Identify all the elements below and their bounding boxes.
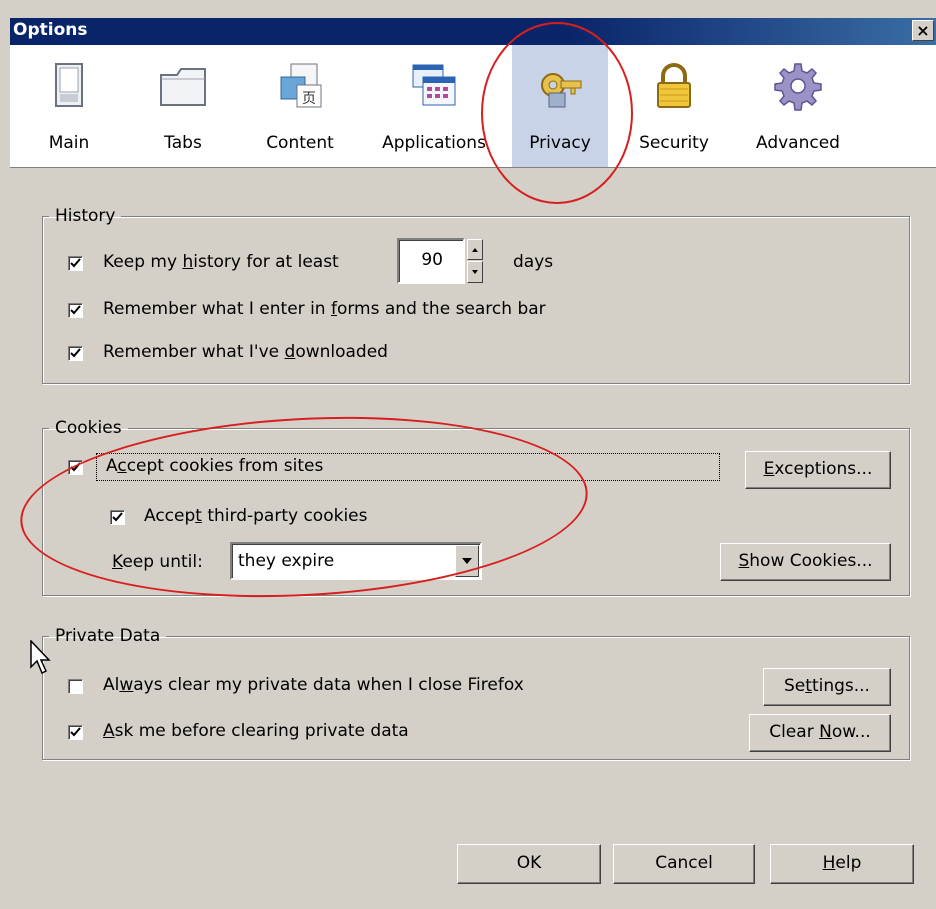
days-spin-down-button[interactable] <box>467 261 483 283</box>
tab-content[interactable]: 页 Content <box>255 45 345 167</box>
tab-tabs[interactable]: Tabs <box>144 45 222 167</box>
category-toolbar: Main Tabs 页 Content Applications Privacy… <box>10 45 936 168</box>
remember-downloads-checkbox[interactable] <box>68 346 83 361</box>
ask-before-clearing-checkbox[interactable] <box>68 725 83 740</box>
remember-downloads-label: Remember what I've downloaded <box>103 342 388 362</box>
tab-main[interactable]: Main <box>34 45 104 167</box>
tab-advanced[interactable]: Advanced <box>748 45 848 167</box>
clear-now-button[interactable]: Clear Now... <box>749 714 891 752</box>
accept-cookies-label: Accept cookies from sites <box>106 456 324 476</box>
privacy-pane: History Keep my history for at least 90 … <box>10 168 936 909</box>
checkmark-icon <box>70 305 81 315</box>
accept-cookies-checkbox[interactable] <box>68 460 83 475</box>
history-days-value: 90 <box>421 250 443 270</box>
private-data-legend: Private Data <box>55 626 161 646</box>
tabs-icon <box>160 68 206 106</box>
checkmark-icon <box>70 727 81 737</box>
ok-button[interactable]: OK <box>457 844 601 884</box>
applications-icon <box>412 64 456 106</box>
content-icon: 页 <box>280 63 322 108</box>
accept-third-party-checkbox[interactable] <box>110 510 125 525</box>
history-days-input[interactable]: 90 <box>397 238 465 284</box>
advanced-gear-icon <box>774 63 822 111</box>
days-unit-label: days <box>513 252 554 272</box>
tab-label: Content <box>266 133 334 153</box>
settings-button[interactable]: Settings... <box>763 668 891 706</box>
checkmark-icon <box>112 512 123 522</box>
close-button[interactable]: × <box>912 20 934 41</box>
svg-text:页: 页 <box>302 91 316 107</box>
tab-label: Advanced <box>756 133 840 153</box>
always-clear-checkbox[interactable] <box>68 679 83 694</box>
tab-label: Applications <box>382 133 486 153</box>
keep-history-label: Keep my history for at least <box>103 252 339 272</box>
tab-security[interactable]: Security <box>628 45 720 167</box>
keep-until-value: they expire <box>238 551 335 571</box>
checkmark-icon <box>70 258 81 268</box>
remember-forms-label: Remember what I enter in forms and the s… <box>103 299 546 319</box>
always-clear-label: Always clear my private data when I clos… <box>103 675 524 695</box>
days-spin-up-button[interactable] <box>467 239 483 260</box>
keep-until-dropdown[interactable]: they expire <box>230 542 482 580</box>
help-button[interactable]: Help <box>770 844 914 884</box>
tab-privacy[interactable]: Privacy <box>512 45 608 167</box>
checkmark-icon <box>70 348 81 358</box>
remember-forms-checkbox[interactable] <box>68 303 83 318</box>
keep-until-dropdown-button[interactable] <box>455 545 479 577</box>
arrow-down-icon <box>472 270 478 274</box>
chevron-down-icon <box>462 558 472 564</box>
tab-label: Tabs <box>164 133 202 153</box>
show-cookies-button[interactable]: Show Cookies... <box>720 543 891 581</box>
ask-before-clearing-label: Ask me before clearing private data <box>103 721 409 741</box>
exceptions-button[interactable]: Exceptions... <box>745 451 891 489</box>
checkmark-icon <box>70 462 81 472</box>
cookies-legend: Cookies <box>55 418 122 438</box>
options-dialog: Options × Main Tabs 页 Content Applicatio… <box>0 0 936 909</box>
main-icon <box>55 63 83 107</box>
history-legend: History <box>55 206 116 226</box>
tab-applications[interactable]: Applications <box>375 45 493 167</box>
keep-until-label: Keep until: <box>112 552 203 572</box>
cancel-button[interactable]: Cancel <box>613 844 755 884</box>
privacy-key-icon <box>541 73 582 108</box>
window-title: Options <box>13 20 88 40</box>
accept-third-party-label: Accept third-party cookies <box>144 506 368 526</box>
tab-label: Security <box>639 133 709 153</box>
arrow-up-icon <box>472 248 478 252</box>
security-lock-icon <box>657 63 691 108</box>
tab-label: Privacy <box>529 133 591 153</box>
mouse-cursor-icon <box>30 640 51 675</box>
title-bar[interactable]: Options × <box>10 18 936 45</box>
keep-history-checkbox[interactable] <box>68 256 83 271</box>
tab-label: Main <box>48 133 90 153</box>
